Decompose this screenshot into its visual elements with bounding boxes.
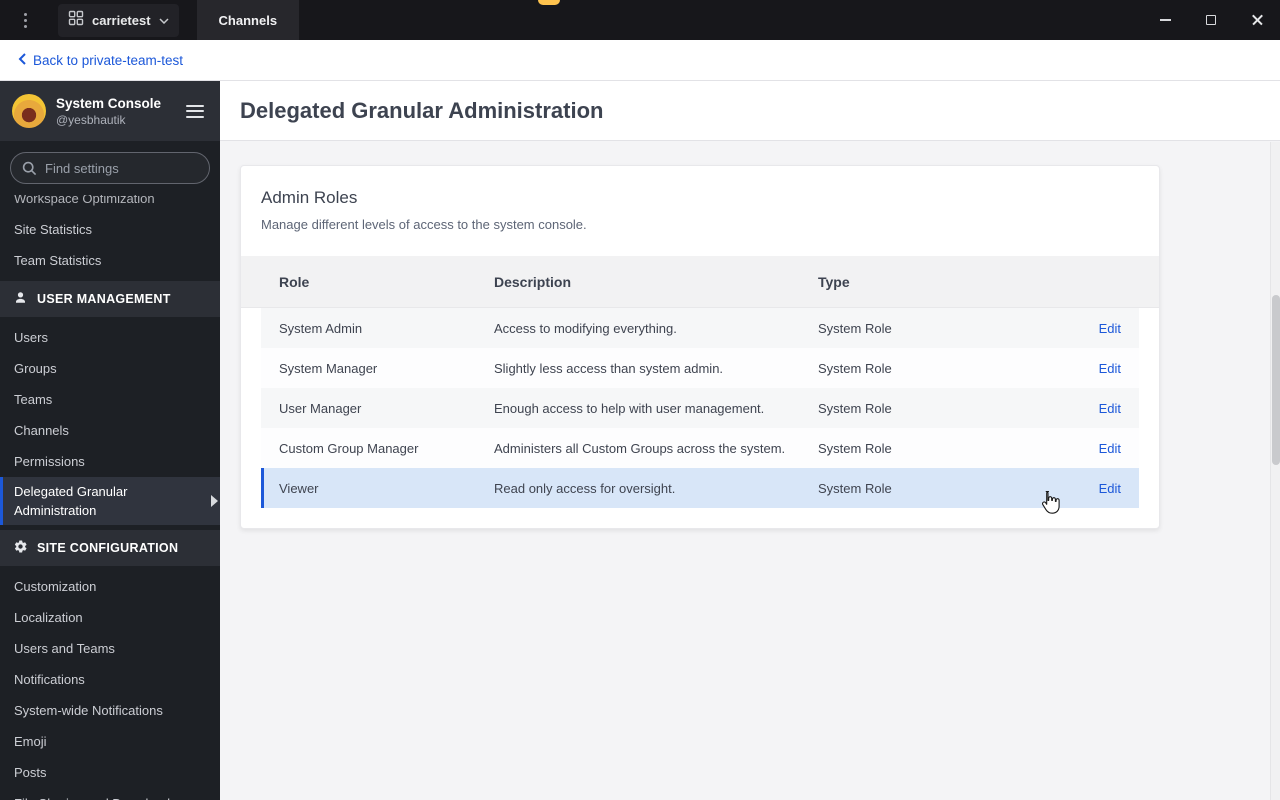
- team-selector[interactable]: carrietest: [58, 3, 179, 37]
- table-row-system-manager: System Manager Slightly less access than…: [261, 348, 1139, 388]
- description-cell: Enough access to help with user manageme…: [494, 400, 765, 416]
- table-row-viewer: Viewer Read only access for oversight. S…: [261, 468, 1139, 508]
- maximize-button[interactable]: [1188, 0, 1234, 40]
- role-cell: Viewer: [279, 480, 319, 496]
- sidebar-item-customization[interactable]: Customization: [0, 571, 220, 602]
- table-header-row: Role Description Type: [241, 256, 1159, 308]
- page-header: Delegated Granular Administration: [220, 81, 1280, 141]
- type-cell: System Role: [818, 320, 892, 336]
- sidebar-item-file-sharing-and-downloads[interactable]: File Sharing and Downloads: [0, 788, 220, 800]
- sidebar-item-notifications[interactable]: Notifications: [0, 664, 220, 695]
- window-titlebar: carrietest Channels: [0, 0, 1280, 40]
- hamburger-menu-icon[interactable]: [182, 101, 208, 122]
- team-name: carrietest: [92, 12, 151, 28]
- sidebar-search: [0, 141, 220, 195]
- roles-table: System Admin Access to modifying everyth…: [261, 308, 1139, 508]
- admin-roles-panel: Admin Roles Manage different levels of a…: [240, 165, 1160, 529]
- column-role: Role: [279, 273, 310, 290]
- page-title: Delegated Granular Administration: [240, 97, 604, 123]
- description-cell: Administers all Custom Groups across the…: [494, 440, 786, 456]
- role-cell: Custom Group Manager: [279, 440, 419, 456]
- section-site-configuration: SITE CONFIGURATION: [0, 530, 220, 566]
- type-cell: System Role: [818, 440, 892, 456]
- vertical-scrollbar: [1270, 142, 1280, 800]
- search-input[interactable]: [10, 152, 210, 184]
- sidebar-item-users[interactable]: Users: [0, 322, 220, 353]
- table-row-user-manager: User Manager Enough access to help with …: [261, 388, 1139, 428]
- sidebar-item-team-statistics[interactable]: Team Statistics: [0, 245, 220, 276]
- section-user-management-label: USER MANAGEMENT: [37, 292, 171, 306]
- sidebar-item-delegated-granular-administration[interactable]: Delegated Granular Administration: [0, 477, 220, 525]
- type-cell: System Role: [818, 480, 892, 496]
- chevron-down-icon: [159, 11, 169, 29]
- sidebar-item-system-wide-notifications[interactable]: System-wide Notifications: [0, 695, 220, 726]
- description-cell: Access to modifying everything.: [494, 320, 677, 336]
- avatar: [12, 94, 46, 128]
- gear-icon: [13, 539, 28, 557]
- sidebar-item-users-and-teams[interactable]: Users and Teams: [0, 633, 220, 664]
- back-bar: Back to private-team-test: [0, 40, 1280, 81]
- content-area: Admin Roles Manage different levels of a…: [220, 141, 1280, 800]
- tab-channels[interactable]: Channels: [196, 0, 300, 40]
- close-button[interactable]: [1234, 0, 1280, 40]
- console-title: System Console: [56, 95, 162, 111]
- panel-title: Admin Roles: [261, 188, 358, 207]
- type-cell: System Role: [818, 400, 892, 416]
- type-cell: System Role: [818, 360, 892, 376]
- grid-icon: [68, 10, 84, 31]
- role-cell: System Manager: [279, 360, 378, 376]
- system-console-sidebar: System Console @yesbhautik Workspace Opt…: [0, 81, 220, 800]
- sidebar-item-emoji[interactable]: Emoji: [0, 726, 220, 757]
- scrollbar-thumb[interactable]: [1272, 295, 1280, 465]
- main-content: Delegated Granular Administration Admin …: [220, 81, 1280, 800]
- role-cell: System Admin: [279, 320, 363, 336]
- role-cell: User Manager: [279, 400, 362, 416]
- sidebar-item-channels[interactable]: Channels: [0, 415, 220, 446]
- sidebar-item-posts[interactable]: Posts: [0, 757, 220, 788]
- sidebar-item-localization[interactable]: Localization: [0, 602, 220, 633]
- edit-link[interactable]: Edit: [1099, 441, 1121, 456]
- selected-item-caret-icon: [211, 495, 218, 507]
- sidebar-item-permissions[interactable]: Permissions: [0, 446, 220, 477]
- back-link[interactable]: Back to private-team-test: [18, 53, 183, 68]
- sidebar-item-workspace-optimization[interactable]: Workspace Optimization: [0, 195, 220, 214]
- app-window: carrietest Channels Back to private-team…: [0, 0, 1280, 800]
- sidebar-item-groups[interactable]: Groups: [0, 353, 220, 384]
- sidebar-nav: Workspace Optimization Site Statistics T…: [0, 195, 220, 800]
- minimize-button[interactable]: [1142, 0, 1188, 40]
- edit-link[interactable]: Edit: [1099, 361, 1121, 376]
- chevron-left-icon: [18, 52, 26, 68]
- column-description: Description: [494, 273, 572, 290]
- table-row-custom-group-manager: Custom Group Manager Administers all Cus…: [261, 428, 1139, 468]
- people-icon: [13, 290, 28, 308]
- sidebar-item-teams[interactable]: Teams: [0, 384, 220, 415]
- app-menu-icon[interactable]: [10, 12, 40, 28]
- sidebar-item-site-statistics[interactable]: Site Statistics: [0, 214, 220, 245]
- sidebar-item-label: Delegated Granular Administration: [14, 484, 128, 518]
- description-cell: Read only access for oversight.: [494, 480, 676, 496]
- edit-link[interactable]: Edit: [1099, 481, 1121, 496]
- section-site-configuration-label: SITE CONFIGURATION: [37, 541, 179, 555]
- console-username: @yesbhautik: [56, 112, 126, 127]
- edit-link[interactable]: Edit: [1099, 401, 1121, 416]
- edit-link[interactable]: Edit: [1099, 321, 1121, 336]
- sidebar-header: System Console @yesbhautik: [0, 81, 220, 141]
- search-icon: [22, 161, 37, 181]
- tab-channels-label: Channels: [218, 12, 278, 28]
- description-cell: Slightly less access than system admin.: [494, 360, 724, 376]
- back-link-label: Back to private-team-test: [33, 52, 184, 68]
- window-controls: [1142, 0, 1280, 40]
- column-type: Type: [818, 273, 850, 290]
- cropped-banner-peek: [538, 0, 560, 5]
- section-user-management: USER MANAGEMENT: [0, 281, 220, 317]
- table-row-system-admin: System Admin Access to modifying everyth…: [261, 308, 1139, 348]
- panel-subtitle: Manage different levels of access to the…: [261, 217, 587, 232]
